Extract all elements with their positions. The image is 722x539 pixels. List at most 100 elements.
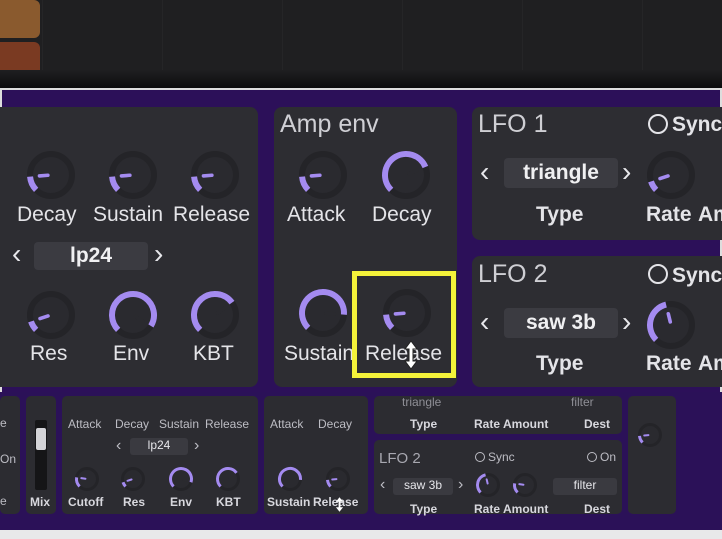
mini-lfo2-on-radio[interactable]	[587, 452, 597, 462]
filter-res-knob[interactable]	[26, 290, 76, 340]
mini-decay-label: Decay	[115, 417, 150, 431]
mini-env-knob[interactable]	[168, 466, 194, 492]
filter-sustain-label: Sustain	[93, 203, 164, 226]
mini-lfo1-amount-label: Amount	[503, 417, 549, 431]
track-clip-orange[interactable]	[0, 0, 40, 38]
lfo2-sync-radio[interactable]	[648, 264, 668, 284]
filter-release-label: Release	[173, 203, 251, 226]
lfo1-title: LFO 1	[478, 110, 548, 138]
knob-graphic	[109, 151, 157, 199]
lfo2-wave-next-button[interactable]: ›	[622, 308, 631, 336]
knob-graphic	[638, 423, 662, 447]
knob-graphic	[278, 467, 302, 491]
lfo1-rate-label: Rate	[646, 203, 692, 226]
lfo2-amount-label: Am	[698, 352, 722, 375]
mini-kbt-knob[interactable]	[215, 466, 241, 492]
knob-graphic	[299, 151, 347, 199]
amp-sustain-label: Sustain	[284, 342, 352, 365]
mini-lfo1-rate-label: Rate	[474, 417, 501, 431]
mini-lfo2-sync-radio[interactable]	[475, 452, 485, 462]
lfo1-amount-label: Am	[698, 203, 722, 226]
mini-filter-prev-button[interactable]: ‹	[116, 437, 121, 455]
mini-side-label-top: e	[0, 416, 7, 430]
lfo1-sync-label: Sync	[672, 113, 722, 136]
mini-filter-type-select[interactable]: lp24	[130, 438, 188, 455]
mini-side-label-bottom: e	[0, 494, 7, 508]
mini-amp-release-knob[interactable]	[325, 466, 351, 492]
mini-lfo1-waveform[interactable]: triangle	[402, 395, 441, 409]
mini-amp-decay-label: Decay	[318, 417, 353, 431]
amp-decay-label: Decay	[372, 203, 432, 226]
amp-attack-knob[interactable]	[298, 150, 348, 200]
lfo1-waveform-select[interactable]: triangle	[504, 158, 618, 188]
mini-filter-next-button[interactable]: ›	[194, 437, 199, 455]
mini-cutoff-label: Cutoff	[68, 495, 104, 509]
mini-lfo2-dest-select[interactable]: filter	[553, 478, 617, 495]
knob-graphic	[326, 467, 350, 491]
amp-decay-knob[interactable]	[381, 150, 431, 200]
mini-amp-sustain-label: Sustain	[267, 495, 311, 509]
knob-graphic	[647, 301, 695, 349]
mix-slider-thumb[interactable]	[36, 428, 46, 450]
mini-lfo2-amount-label: Amount	[503, 502, 549, 516]
amp-sustain-knob[interactable]	[298, 288, 348, 338]
lfo2-rate-label: Rate	[646, 352, 692, 375]
filter-decay-knob[interactable]	[26, 150, 76, 200]
resize-cursor-icon	[404, 340, 418, 370]
filter-sustain-knob[interactable]	[108, 150, 158, 200]
zoomed-synth-panel: Decay Sustain Release ‹ lp24 › Res Env K…	[0, 88, 722, 398]
filter-type-select[interactable]: lp24	[34, 242, 148, 270]
filter-type-next-button[interactable]: ›	[154, 240, 163, 268]
mini-lfo2-rate-knob[interactable]	[475, 472, 501, 498]
mini-amp-sustain-knob[interactable]	[277, 466, 303, 492]
mix-slider[interactable]	[35, 420, 47, 490]
knob-graphic	[169, 467, 193, 491]
mini-right-panel	[628, 396, 676, 514]
lfo2-rate-knob[interactable]	[646, 300, 696, 350]
mini-lfo2-sync-label: Sync	[488, 450, 515, 464]
mini-lfo2-amount-knob[interactable]	[512, 472, 538, 498]
knob-graphic	[191, 151, 239, 199]
mini-lfo1-type-label: Type	[410, 417, 438, 431]
mini-lfo2-prev-button[interactable]: ‹	[380, 476, 385, 494]
filter-env-label: Env	[113, 342, 150, 365]
knob-graphic	[216, 467, 240, 491]
knob-graphic	[647, 151, 695, 199]
filter-kbt-knob[interactable]	[190, 290, 240, 340]
knob-graphic	[299, 289, 347, 337]
filter-release-knob[interactable]	[190, 150, 240, 200]
lfo2-waveform-select[interactable]: saw 3b	[504, 308, 618, 338]
mini-lfo1-dest[interactable]: filter	[571, 395, 594, 409]
lfo1-wave-prev-button[interactable]: ‹	[480, 158, 489, 186]
lfo2-title: LFO 2	[478, 260, 548, 288]
lfo1-rate-knob[interactable]	[646, 150, 696, 200]
lfo2-sync-label: Sync	[672, 264, 722, 287]
mini-res-knob[interactable]	[120, 466, 146, 492]
knob-graphic	[191, 291, 239, 339]
lfo2-wave-prev-button[interactable]: ‹	[480, 308, 489, 336]
mini-lfo2-type-label: Type	[410, 502, 438, 516]
mini-lfo2-dest-label: Dest	[584, 502, 611, 516]
knob-graphic	[109, 291, 157, 339]
lfo1-type-label: Type	[536, 203, 584, 226]
mini-right-knob[interactable]	[637, 422, 663, 448]
filter-env-knob[interactable]	[108, 290, 158, 340]
mini-sustain-label: Sustain	[159, 417, 200, 431]
knob-graphic	[27, 291, 75, 339]
mini-lfo2-waveform-select[interactable]: saw 3b	[393, 478, 453, 495]
amp-env-title: Amp env	[280, 110, 379, 138]
lfo2-type-label: Type	[536, 352, 584, 375]
mini-lfo2-title: LFO 2	[379, 450, 421, 467]
synth-plugin: e On e Mix Attack Decay Sustain Release …	[0, 392, 722, 539]
mini-lfo2-rate-label: Rate	[474, 502, 501, 516]
mini-res-label: Res	[123, 495, 146, 509]
knob-graphic	[75, 467, 99, 491]
mini-cutoff-knob[interactable]	[74, 466, 100, 492]
lfo1-sync-radio[interactable]	[648, 114, 668, 134]
filter-res-label: Res	[30, 342, 68, 365]
filter-type-prev-button[interactable]: ‹	[12, 240, 21, 268]
mini-lfo2-next-button[interactable]: ›	[458, 476, 463, 494]
lfo1-wave-next-button[interactable]: ›	[622, 158, 631, 186]
mini-release-label: Release	[205, 417, 250, 431]
knob-graphic	[476, 473, 500, 497]
